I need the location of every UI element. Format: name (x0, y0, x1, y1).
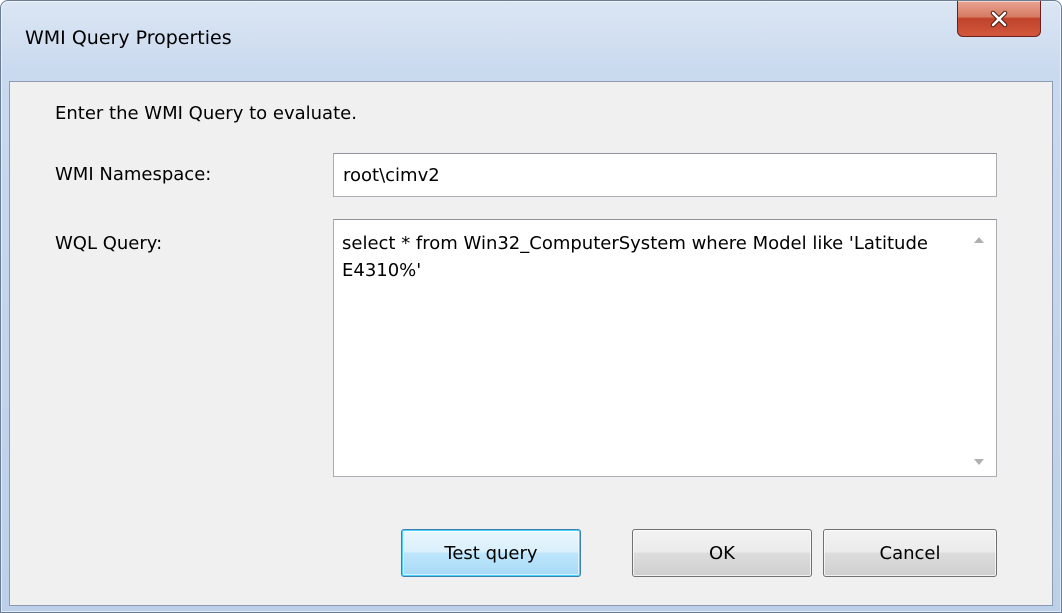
title-bar[interactable]: WMI Query Properties (1, 1, 1061, 81)
scroll-up-button[interactable] (962, 220, 996, 254)
close-icon (989, 10, 1009, 28)
scroll-down-arrow-icon (974, 450, 984, 469)
namespace-input[interactable] (333, 153, 997, 197)
dialog-content: Enter the WMI Query to evaluate. WMI Nam… (9, 81, 1053, 606)
window-title: WMI Query Properties (25, 27, 232, 49)
cancel-button[interactable]: Cancel (823, 529, 997, 577)
ok-button[interactable]: OK (632, 529, 812, 577)
scroll-down-button[interactable] (962, 442, 996, 476)
query-textarea[interactable]: select * from Win32_ComputerSystem where… (333, 219, 997, 477)
query-label: WQL Query: (55, 233, 163, 254)
scroll-up-arrow-icon (974, 228, 984, 247)
instruction-text: Enter the WMI Query to evaluate. (55, 103, 357, 124)
dialog-window: WMI Query Properties Enter the WMI Query… (0, 0, 1062, 613)
test-query-button[interactable]: Test query (401, 529, 581, 577)
close-button[interactable] (957, 1, 1041, 37)
namespace-label: WMI Namespace: (55, 164, 212, 185)
query-text[interactable]: select * from Win32_ComputerSystem where… (342, 230, 952, 284)
query-scrollbar[interactable] (962, 220, 996, 476)
